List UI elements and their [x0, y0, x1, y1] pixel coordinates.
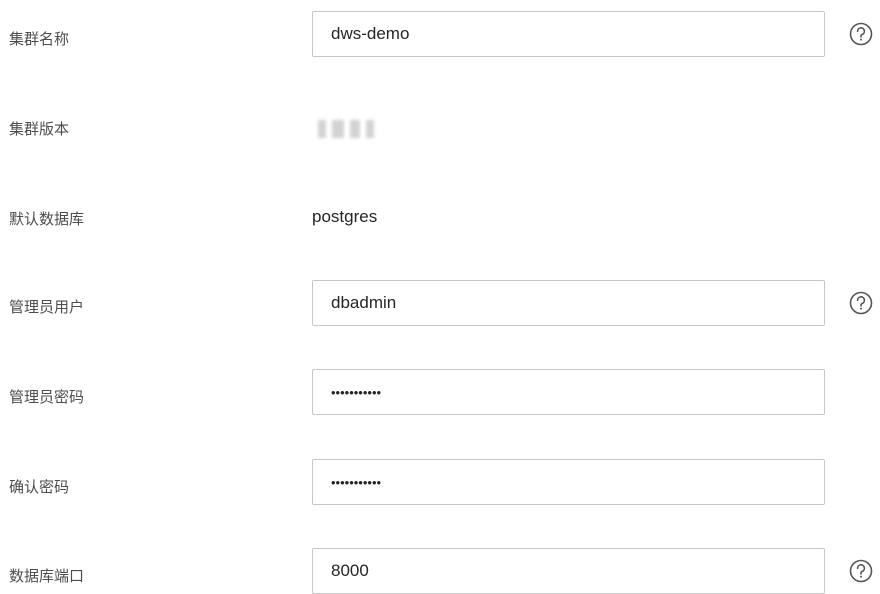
- confirm-password-input[interactable]: •••••••••••: [312, 459, 825, 505]
- admin-user-label: 管理员用户: [9, 298, 85, 316]
- question-circle-icon[interactable]: [848, 558, 874, 584]
- admin-password-label: 管理员密码: [9, 388, 85, 406]
- cluster-version-value-redacted: [318, 120, 374, 138]
- question-circle-icon[interactable]: [848, 290, 874, 316]
- question-circle-icon[interactable]: [848, 21, 874, 47]
- default-database-value: postgres: [312, 207, 378, 226]
- admin-password-input[interactable]: •••••••••••: [312, 369, 825, 415]
- database-port-label: 数据库端口: [9, 567, 85, 585]
- cluster-version-label: 集群版本: [9, 120, 70, 138]
- cluster-name-label: 集群名称: [9, 30, 70, 48]
- default-database-label: 默认数据库: [9, 210, 85, 228]
- admin-user-input[interactable]: dbadmin: [312, 280, 825, 326]
- cluster-name-input[interactable]: dws-demo: [312, 11, 825, 57]
- database-port-input[interactable]: 8000: [312, 548, 825, 594]
- confirm-password-label: 确认密码: [9, 478, 70, 496]
